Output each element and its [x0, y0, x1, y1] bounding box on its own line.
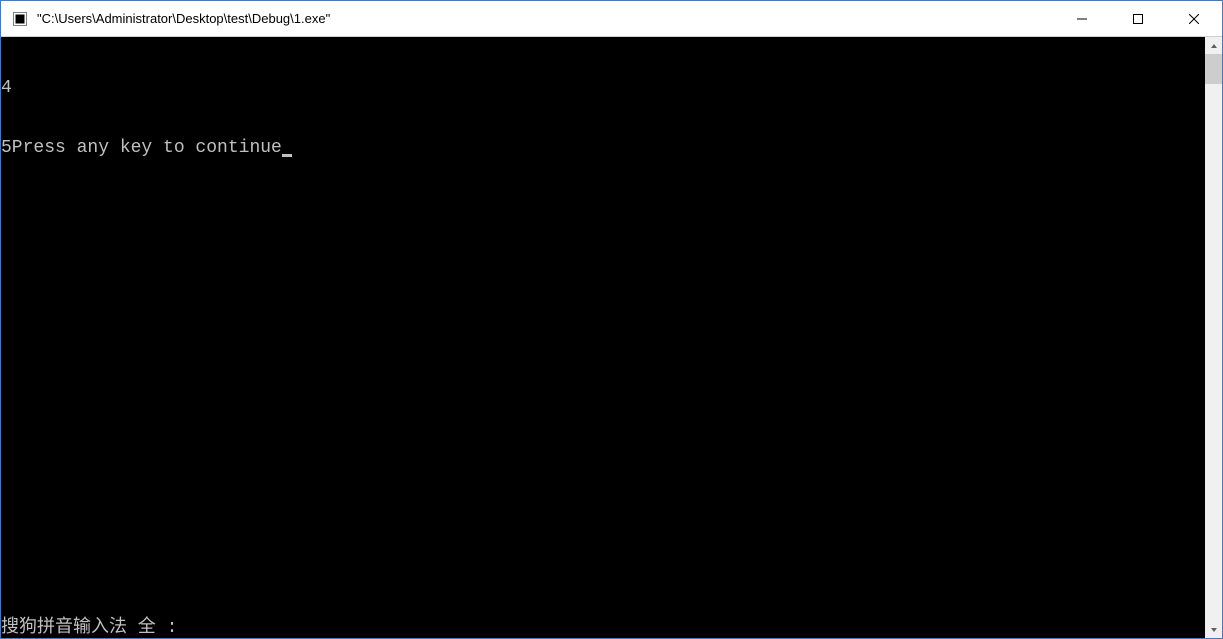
scroll-up-button[interactable] — [1205, 37, 1222, 54]
console-line: 5Press any key to continue — [1, 138, 1205, 158]
ime-status-bar: 搜狗拼音输入法 全 : — [1, 618, 1205, 638]
app-window: "C:\Users\Administrator\Desktop\test\Deb… — [0, 0, 1223, 639]
vertical-scrollbar[interactable] — [1205, 37, 1222, 638]
text-cursor — [282, 154, 292, 157]
client-area: 4 5Press any key to continue 搜狗拼音输入法 全 : — [1, 37, 1222, 638]
app-icon — [11, 10, 29, 28]
maximize-button[interactable] — [1110, 1, 1166, 36]
console-output[interactable]: 4 5Press any key to continue 搜狗拼音输入法 全 : — [1, 37, 1205, 638]
close-button[interactable] — [1166, 1, 1222, 36]
console-line: 4 — [1, 78, 1205, 98]
scroll-down-button[interactable] — [1205, 621, 1222, 638]
window-title: "C:\Users\Administrator\Desktop\test\Deb… — [37, 11, 1054, 26]
window-controls — [1054, 1, 1222, 36]
titlebar[interactable]: "C:\Users\Administrator\Desktop\test\Deb… — [1, 1, 1222, 37]
ime-status-text: 搜狗拼音输入法 全 : — [1, 618, 177, 638]
console-text: 5Press any key to continue — [1, 138, 282, 158]
scrollbar-thumb[interactable] — [1205, 54, 1222, 84]
minimize-button[interactable] — [1054, 1, 1110, 36]
scrollbar-track[interactable] — [1205, 54, 1222, 621]
